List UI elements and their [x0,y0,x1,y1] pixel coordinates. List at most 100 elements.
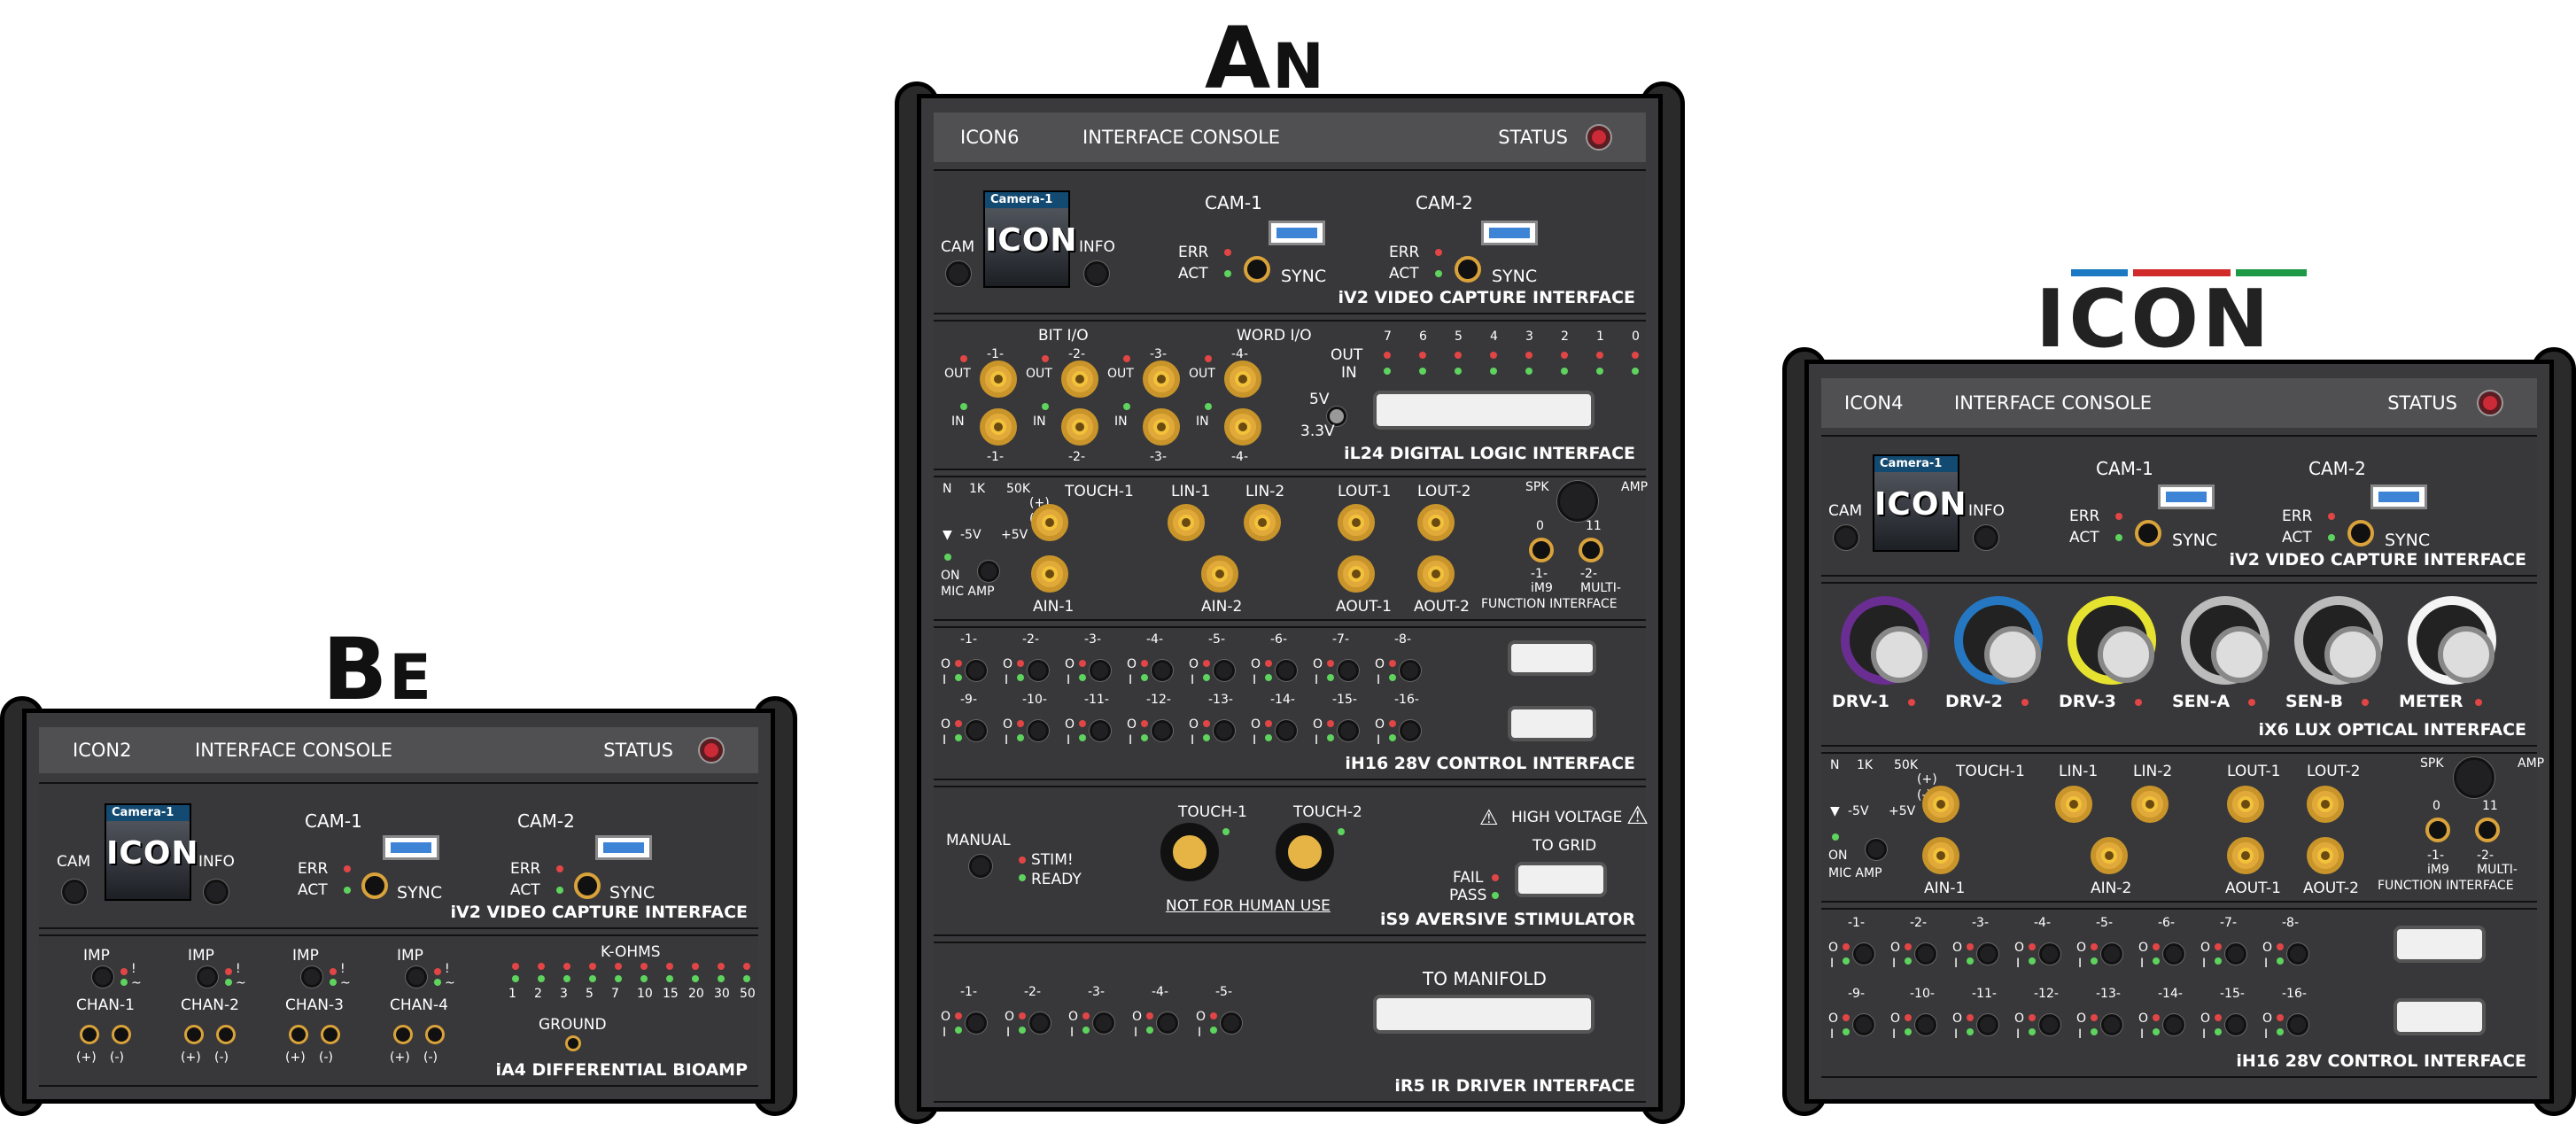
im9-jack-2[interactable] [1579,538,1603,562]
channel-button[interactable] [2287,943,2308,965]
aout1-bnc[interactable] [2227,837,2264,874]
channel-button[interactable] [2039,1014,2060,1035]
channel-button[interactable] [966,660,987,681]
channel-button[interactable] [1152,720,1173,741]
cam2-usb-port[interactable] [595,835,652,860]
imp-button[interactable] [301,966,322,988]
cam-button[interactable] [62,880,87,904]
channel-button[interactable] [1214,720,1235,741]
bit-in-bnc[interactable] [1224,408,1261,446]
imp-button[interactable] [197,966,218,988]
channel-button[interactable] [1157,1012,1178,1034]
channel-button[interactable] [966,720,987,741]
volume-knob[interactable] [2454,757,2495,798]
channel-button[interactable] [1276,720,1297,741]
ain2-bnc[interactable] [1201,555,1238,593]
chan-minus-jack[interactable] [425,1025,445,1044]
chan-plus-jack[interactable] [289,1025,308,1044]
touch1-jack[interactable] [1160,823,1219,881]
cam2-usb-port[interactable] [2370,484,2427,509]
channel-button[interactable] [2225,943,2246,965]
info-button[interactable] [1974,525,1998,550]
channel-button[interactable] [2101,943,2122,965]
channel-button[interactable] [966,1012,987,1034]
lin1-bnc[interactable] [2055,786,2092,823]
channel-button[interactable] [2163,1014,2184,1035]
channel-button[interactable] [1400,720,1421,741]
channel-button[interactable] [2039,943,2060,965]
ground-jack[interactable] [565,1035,581,1051]
lout1-bnc[interactable] [1338,504,1375,541]
bit-out-bnc[interactable] [980,360,1017,398]
imp-button[interactable] [406,966,427,988]
info-button[interactable] [204,880,229,904]
cam-button[interactable] [1834,525,1858,550]
manual-button[interactable] [969,855,992,878]
bit-out-bnc[interactable] [1224,360,1261,398]
channel-button[interactable] [1915,1014,1936,1035]
cam2-usb-port[interactable] [1481,221,1538,245]
channel-button[interactable] [1090,660,1111,681]
channel-button[interactable] [1221,1012,1242,1034]
imp-button[interactable] [92,966,113,988]
sync-jack[interactable] [2135,520,2161,546]
channel-button[interactable] [1977,943,1998,965]
sync-jack[interactable] [1244,256,1270,283]
channel-button[interactable] [2287,1014,2308,1035]
aout1-bnc[interactable] [1338,555,1375,593]
dsub-connector[interactable] [1508,640,1596,676]
bit-in-bnc[interactable] [1143,408,1180,446]
channel-button[interactable] [1029,1012,1051,1034]
lux-connector[interactable] [2068,596,2156,685]
aout2-bnc[interactable] [2307,837,2344,874]
chan-minus-jack[interactable] [216,1025,236,1044]
im9-jack-2[interactable] [2475,818,2500,842]
dsub-connector[interactable] [1508,706,1596,741]
channel-button[interactable] [1214,660,1235,681]
volume-knob[interactable] [1557,481,1598,522]
lux-connector[interactable] [2181,596,2270,685]
ain1-bnc[interactable] [1922,837,1959,874]
channel-button[interactable] [1338,720,1359,741]
aout2-bnc[interactable] [1417,555,1455,593]
lout2-bnc[interactable] [2307,786,2344,823]
channel-button[interactable] [2101,1014,2122,1035]
channel-button[interactable] [1853,943,1874,965]
dsub-connector[interactable] [2394,926,2486,963]
channel-button[interactable] [1276,660,1297,681]
channel-button[interactable] [1400,660,1421,681]
channel-button[interactable] [1338,660,1359,681]
cam-button[interactable] [946,261,971,286]
chan-plus-jack[interactable] [80,1025,99,1044]
im9-jack-1[interactable] [2425,818,2450,842]
dsub-connector[interactable] [2394,998,2486,1035]
sync-jack[interactable] [574,872,601,899]
channel-button[interactable] [1915,943,1936,965]
channel-button[interactable] [2225,1014,2246,1035]
cam1-usb-port[interactable] [1269,221,1325,245]
sync-jack[interactable] [2347,520,2374,546]
info-button[interactable] [1084,261,1109,286]
lux-connector[interactable] [2408,596,2496,685]
channel-button[interactable] [2163,943,2184,965]
channel-button[interactable] [1977,1014,1998,1035]
channel-button[interactable] [1090,720,1111,741]
lout2-bnc[interactable] [1417,504,1455,541]
mic-amp-jack[interactable] [978,561,999,582]
dsub-connector[interactable] [1373,391,1594,430]
chan-plus-jack[interactable] [184,1025,204,1044]
chan-minus-jack[interactable] [321,1025,340,1044]
lin2-bnc[interactable] [1244,504,1281,541]
lout1-bnc[interactable] [2227,786,2264,823]
channel-button[interactable] [1028,660,1049,681]
channel-button[interactable] [1853,1014,1874,1035]
lin2-bnc[interactable] [2131,786,2169,823]
touch2-jack[interactable] [1276,823,1334,881]
touch1-bnc[interactable] [1031,504,1068,541]
cam1-usb-port[interactable] [2158,484,2215,509]
lin1-bnc[interactable] [1168,504,1205,541]
cam1-usb-port[interactable] [383,835,439,860]
touch1-bnc[interactable] [1922,786,1959,823]
bit-in-bnc[interactable] [1061,408,1098,446]
ain1-bnc[interactable] [1031,555,1068,593]
